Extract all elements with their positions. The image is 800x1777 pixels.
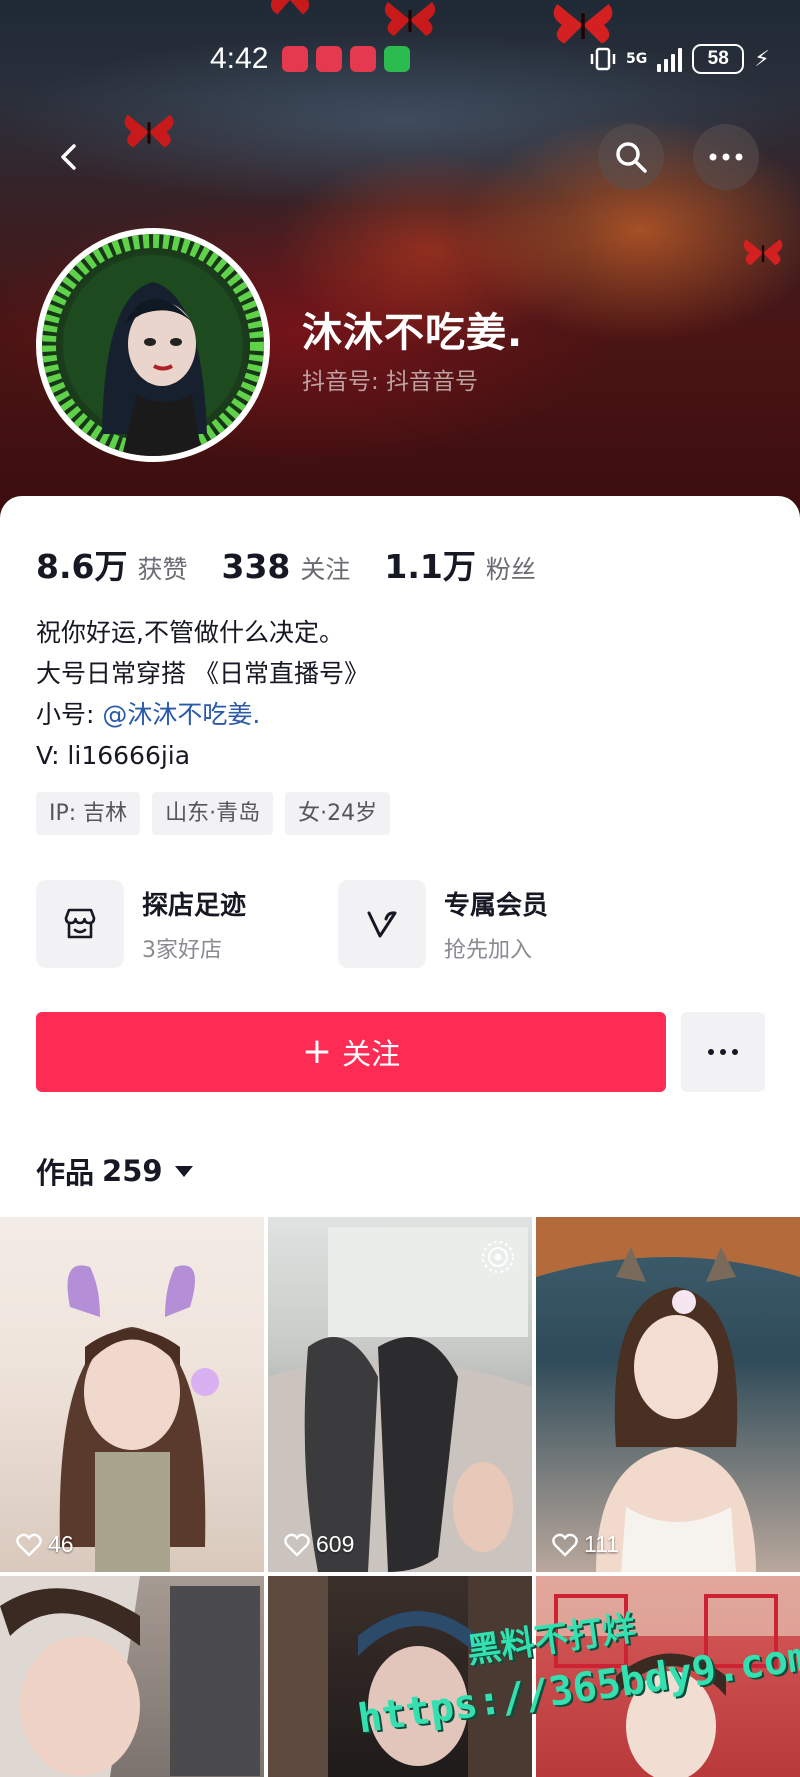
bio-line: 大号日常穿搭 《日常直播号》 [36, 659, 369, 688]
video-cover-image [59, 1265, 219, 1572]
video-thumbnail[interactable] [268, 1576, 532, 1777]
butterfly-decoration-icon [270, 0, 310, 15]
video-likes: 46 [16, 1531, 74, 1558]
app-notification-icon [316, 46, 342, 72]
bio-prefix: 小号: [36, 700, 103, 729]
profile-tags: IP: 吉林 山东·青岛 女·24岁 [36, 792, 391, 835]
heart-icon [552, 1533, 578, 1557]
more-dots-icon [708, 1049, 738, 1055]
stat-likes-value: 8.6万 [36, 547, 128, 586]
status-time: 4:42 [210, 42, 269, 75]
video-cover-image [268, 1576, 532, 1777]
system-indicators: 5G 58 ⚡ [590, 44, 770, 74]
video-likes-count: 46 [48, 1531, 74, 1557]
shop-visits-title: 探店足迹 [142, 890, 247, 921]
shop-icon [64, 908, 96, 939]
heart-icon [284, 1533, 310, 1557]
works-label: 作品 [36, 1156, 95, 1190]
video-likes-count: 111 [584, 1531, 619, 1557]
network-type: 5G [626, 51, 648, 67]
douyin-id[interactable]: 抖音号: 抖音音号 [302, 362, 478, 396]
profile-nickname: 沐沐不吃姜. [302, 310, 524, 356]
back-button[interactable] [36, 124, 102, 190]
avatar-image [42, 234, 264, 456]
follow-button[interactable]: + 关注 [36, 1012, 666, 1092]
stat-following-value: 338 [221, 547, 291, 586]
bio-line: V: li16666jia [36, 741, 191, 770]
location-tag[interactable]: 山东·青岛 [152, 792, 274, 835]
more-options-button[interactable] [693, 124, 759, 190]
notification-icons [282, 46, 410, 72]
works-count: 259 [102, 1154, 163, 1188]
video-likes-count: 609 [316, 1531, 355, 1557]
video-thumbnail[interactable] [0, 1576, 264, 1777]
chevron-left-icon [61, 144, 76, 170]
charging-icon: ⚡ [754, 46, 770, 72]
video-thumbnail[interactable]: 609 [268, 1217, 532, 1572]
stat-followers-label: 粉丝 [485, 555, 536, 584]
video-likes: 111 [552, 1531, 619, 1558]
status-bar: 4:42 5G 58 ⚡ [0, 36, 800, 84]
vibrate-icon [590, 47, 616, 71]
video-thumbnail[interactable]: 111 [536, 1217, 800, 1572]
wechat-icon [384, 46, 410, 72]
app-notification-icon [350, 46, 376, 72]
exclusive-member-subtitle: 抢先加入 [444, 937, 533, 963]
video-thumbnail[interactable]: 46 [0, 1217, 264, 1572]
search-button[interactable] [598, 124, 664, 190]
profile-bio: 祝你好运,不管做什么决定。 大号日常穿搭 《日常直播号》 小号: @沐沐不吃姜.… [36, 612, 369, 776]
shop-visits-entry[interactable]: 探店足迹 3家好店 [36, 878, 246, 970]
mention-link[interactable]: @沐沐不吃姜. [102, 700, 260, 729]
works-tab[interactable]: 作品 259 [36, 1150, 193, 1192]
search-icon [616, 142, 647, 173]
stat-likes[interactable]: 8.6万 获赞 [36, 540, 187, 588]
stat-followers-value: 1.1万 [384, 547, 476, 586]
butterfly-decoration-icon [124, 114, 174, 148]
bio-line: 祝你好运,不管做什么决定。 [36, 618, 344, 647]
heart-icon [16, 1533, 42, 1557]
shop-visits-subtitle: 3家好店 [142, 937, 222, 963]
profile-stats: 8.6万 获赞 338 关注 1.1万 粉丝 [36, 540, 570, 588]
exclusive-member-entry[interactable]: 专属会员 抢先加入 [338, 878, 548, 970]
video-cover-image [0, 1576, 260, 1777]
exclusive-member-title: 专属会员 [444, 890, 549, 921]
plus-icon: + [301, 1031, 333, 1072]
stat-following[interactable]: 338 关注 [221, 547, 350, 586]
battery-icon: 58 [692, 44, 745, 74]
signal-icon [657, 46, 683, 72]
gender-age-tag: 女·24岁 [285, 792, 391, 835]
ip-location-tag: IP: 吉林 [36, 792, 141, 835]
profile-cover: 4:42 5G 58 ⚡ 沐沐不吃姜. 抖音号: 抖音音号 [0, 0, 800, 540]
video-likes: 609 [284, 1531, 354, 1558]
butterfly-decoration-icon [384, 2, 436, 36]
live-photo-icon [482, 1241, 514, 1273]
caret-down-icon [174, 1165, 193, 1177]
follow-label: 关注 [342, 1037, 401, 1071]
video-cover-image [536, 1217, 800, 1572]
bio-line: 小号: @沐沐不吃姜. [36, 694, 369, 735]
vip-v-icon [367, 911, 397, 938]
avatar[interactable] [36, 228, 270, 462]
feature-entries: 探店足迹 3家好店 专属会员 抢先加入 [36, 878, 766, 970]
butterfly-decoration-icon [743, 239, 783, 266]
stat-followers[interactable]: 1.1万 粉丝 [384, 540, 535, 588]
more-dots-icon [709, 153, 743, 161]
app-notification-icon [282, 46, 308, 72]
follow-more-button[interactable] [681, 1012, 765, 1092]
stat-following-label: 关注 [300, 555, 351, 584]
stat-likes-label: 获赞 [137, 555, 188, 584]
